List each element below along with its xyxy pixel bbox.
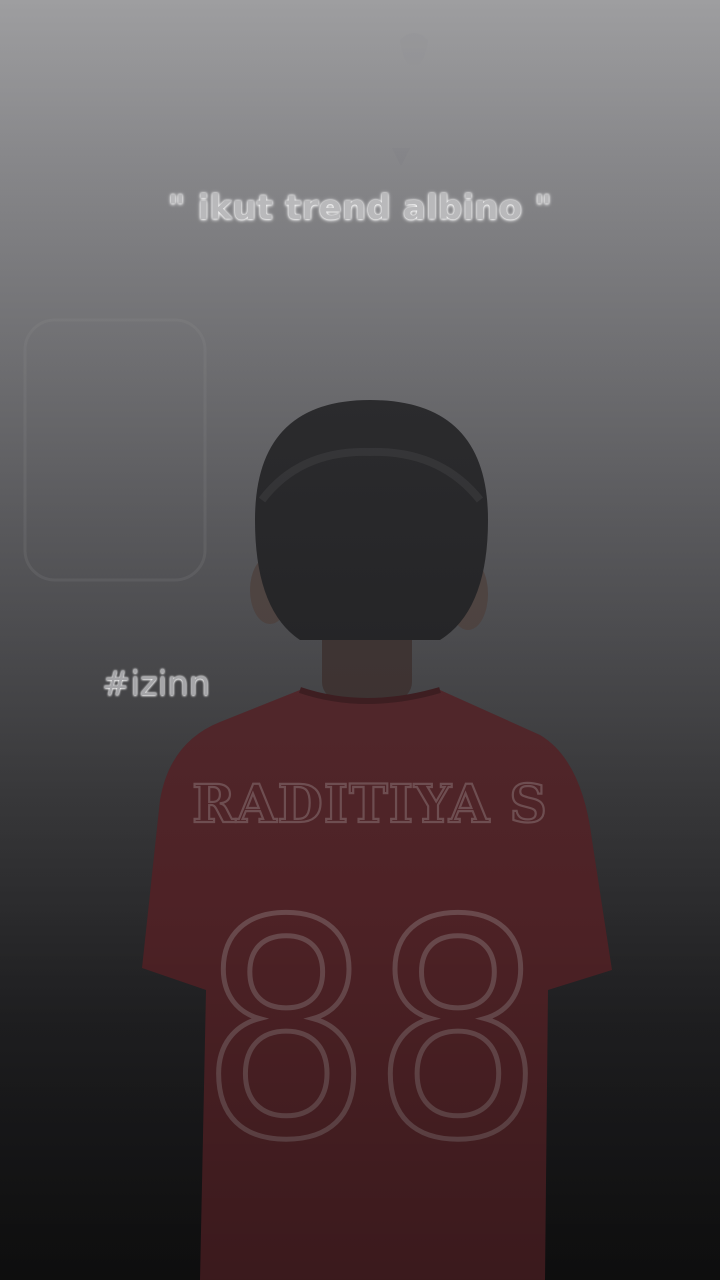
background-triangle	[392, 148, 410, 166]
story-frame: RADITIYA S 88 " ikut trend albino " #izi…	[0, 0, 720, 1280]
background-shelf-shape	[23, 318, 207, 582]
jersey-number: 88	[200, 857, 543, 1206]
background-ornament	[400, 33, 428, 65]
hair	[255, 400, 488, 640]
caption-text: " ikut trend albino "	[167, 188, 553, 228]
jersey-name: RADITIYA S	[192, 774, 548, 835]
hashtag-text: #izinn	[102, 664, 211, 704]
